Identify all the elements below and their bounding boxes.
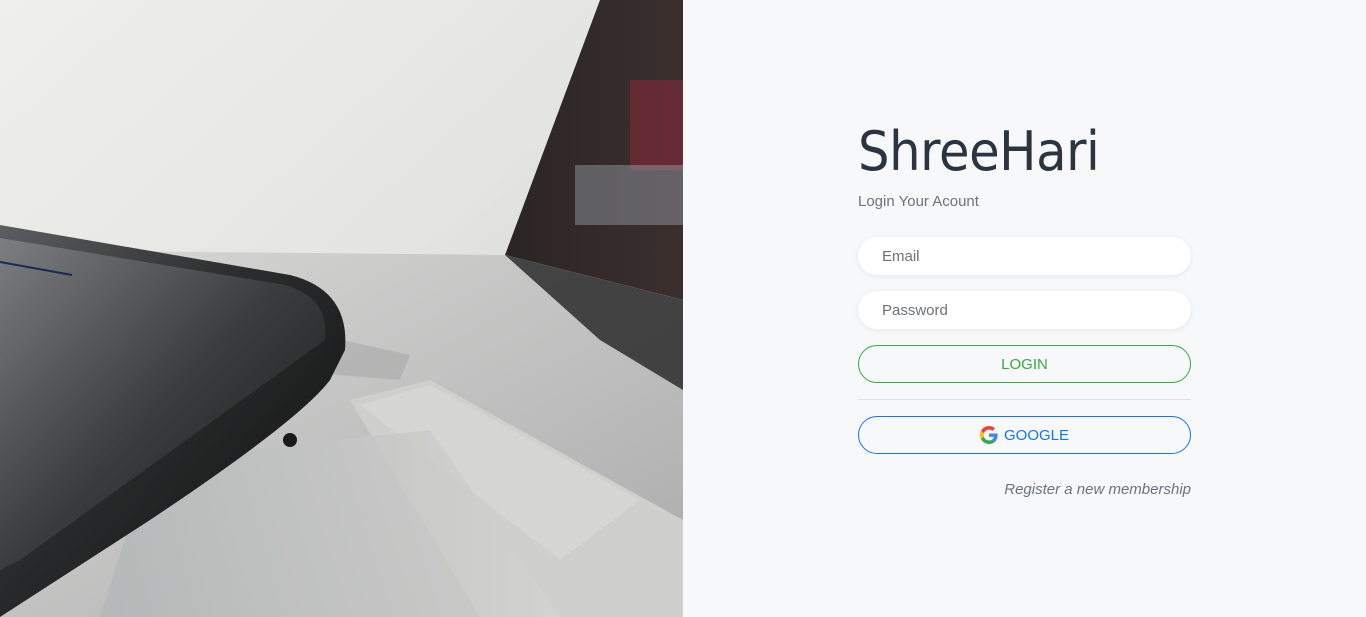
login-form: ShreeHari Login Your Acount LOGIN GOOGLE xyxy=(858,118,1191,498)
hero-photo xyxy=(0,0,683,617)
google-button-label: GOOGLE xyxy=(1003,426,1070,444)
login-button[interactable]: LOGIN xyxy=(858,345,1191,383)
password-field[interactable] xyxy=(858,291,1191,329)
email-field[interactable] xyxy=(858,237,1191,275)
google-g-icon xyxy=(979,426,998,444)
login-page: ShreeHari Login Your Acount LOGIN GOOGLE xyxy=(0,0,1366,617)
register-link[interactable]: Register a new membership xyxy=(1004,481,1191,498)
login-subtitle: Login Your Acount xyxy=(858,193,979,210)
laptop-phone-illustration xyxy=(0,0,683,617)
divider xyxy=(858,399,1191,400)
google-login-button[interactable]: GOOGLE xyxy=(858,416,1191,454)
brand-title: ShreeHari xyxy=(858,120,1100,183)
login-panel: ShreeHari Login Your Acount LOGIN GOOGLE xyxy=(683,0,1366,617)
login-button-label: LOGIN xyxy=(1001,355,1048,373)
register-row: Register a new membership xyxy=(858,481,1191,498)
